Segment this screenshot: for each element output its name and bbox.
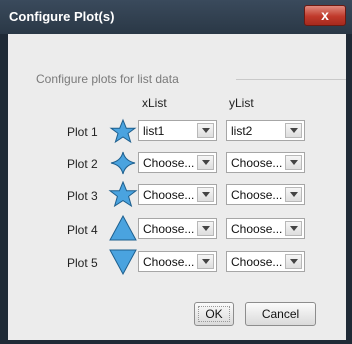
- plot-3-xlist-dropdown[interactable]: Choose...: [138, 184, 217, 205]
- ylist-header: yList: [229, 96, 254, 110]
- plot-5-xlist-dropdown[interactable]: Choose...: [138, 251, 217, 272]
- chevron-down-icon: [290, 160, 298, 165]
- plot-1-ylist-arrow[interactable]: [285, 123, 302, 138]
- plot-1-label: Plot 1: [67, 125, 98, 139]
- plot-4-label: Plot 4: [67, 223, 98, 237]
- chevron-down-icon: [202, 160, 210, 165]
- xlist-header: xList: [142, 96, 167, 110]
- chevron-down-icon: [290, 226, 298, 231]
- plot-3-ylist-value: Choose...: [231, 188, 283, 202]
- ok-focus-ring: [198, 306, 230, 322]
- plot-3-ylist-dropdown[interactable]: Choose...: [226, 184, 305, 205]
- plot-1-xlist-dropdown[interactable]: list1: [138, 120, 217, 141]
- plot-5-ylist-dropdown[interactable]: Choose...: [226, 251, 305, 272]
- chevron-down-icon: [202, 128, 210, 133]
- plot-3-marker: [108, 180, 138, 208]
- chevron-down-icon: [202, 192, 210, 197]
- chevron-down-icon: [290, 128, 298, 133]
- plot-2-ylist-value: Choose...: [231, 156, 283, 170]
- plot-2-ylist-arrow[interactable]: [285, 155, 302, 170]
- plot-5-marker: [108, 249, 138, 276]
- plot-4-ylist-dropdown[interactable]: Choose...: [226, 218, 305, 239]
- plot-3-ylist-arrow[interactable]: [285, 187, 302, 202]
- chevron-down-icon: [202, 259, 210, 264]
- triangle-up-icon: [109, 214, 137, 241]
- plot-1-xlist-arrow[interactable]: [197, 123, 214, 138]
- plot-4-xlist-arrow[interactable]: [197, 221, 214, 236]
- dialog-title: Configure Plot(s): [9, 9, 115, 24]
- plot-3-xlist-arrow[interactable]: [197, 187, 214, 202]
- ok-button[interactable]: OK: [194, 302, 234, 326]
- plot-2-label: Plot 2: [67, 157, 98, 171]
- plot-5-xlist-value: Choose...: [143, 255, 195, 269]
- star-icon: [108, 180, 138, 208]
- plot-5-ylist-value: Choose...: [231, 255, 283, 269]
- close-button[interactable]: x: [304, 5, 346, 26]
- plot-5-xlist-arrow[interactable]: [197, 254, 214, 269]
- plot-2-xlist-value: Choose...: [143, 156, 195, 170]
- chevron-down-icon: [290, 259, 298, 264]
- chevron-down-icon: [290, 192, 298, 197]
- cancel-button-label: Cancel: [261, 307, 300, 321]
- plot-4-xlist-value: Choose...: [143, 222, 195, 236]
- group-label: Configure plots for list data: [36, 72, 179, 86]
- plot-4-marker: [108, 214, 138, 241]
- plot-2-xlist-dropdown[interactable]: Choose...: [138, 152, 217, 173]
- plot-4-ylist-arrow[interactable]: [285, 221, 302, 236]
- plot-5-label: Plot 5: [67, 256, 98, 270]
- cancel-button[interactable]: Cancel: [245, 302, 316, 326]
- chevron-down-icon: [202, 226, 210, 231]
- plot-4-ylist-value: Choose...: [231, 222, 283, 236]
- plot-1-ylist-value: list2: [231, 124, 253, 138]
- plot-1-marker: [108, 118, 138, 144]
- dialog-body: Configure plots for list data xList yLis…: [8, 34, 346, 340]
- configure-plots-dialog: Configure Plot(s) x Configure plots for …: [0, 0, 352, 344]
- plot-2-ylist-dropdown[interactable]: Choose...: [226, 152, 305, 173]
- plot-4-xlist-dropdown[interactable]: Choose...: [138, 218, 217, 239]
- group-divider: [236, 79, 346, 80]
- plot-2-xlist-arrow[interactable]: [197, 155, 214, 170]
- triangle-down-icon: [109, 249, 137, 276]
- plot-5-ylist-arrow[interactable]: [285, 254, 302, 269]
- title-bar[interactable]: Configure Plot(s) x: [0, 0, 352, 34]
- close-icon: x: [321, 7, 329, 23]
- diamond-icon: [110, 151, 136, 175]
- plot-1-ylist-dropdown[interactable]: list2: [226, 120, 305, 141]
- plot-3-label: Plot 3: [67, 189, 98, 203]
- star-icon: [109, 118, 137, 144]
- plot-3-xlist-value: Choose...: [143, 188, 195, 202]
- plot-2-marker: [108, 150, 138, 176]
- plot-1-xlist-value: list1: [143, 124, 165, 138]
